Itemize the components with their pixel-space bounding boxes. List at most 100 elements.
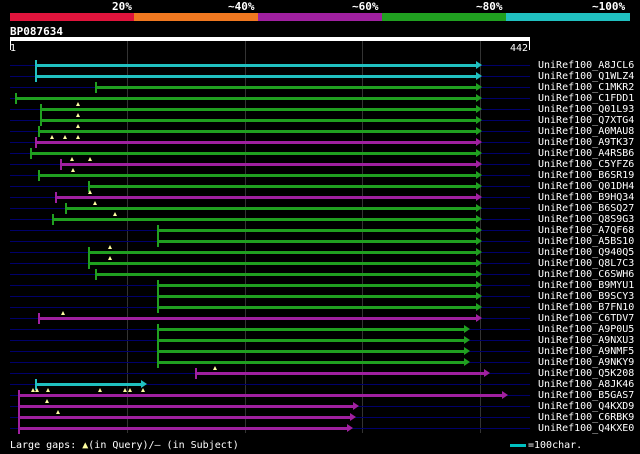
hit-label[interactable]: UniRef100_Q940Q5 xyxy=(538,247,634,258)
hit-label[interactable]: UniRef100_B9MYU1 xyxy=(538,280,634,291)
hit-bar[interactable] xyxy=(35,383,141,386)
hit-label[interactable]: UniRef100_A8JK46 xyxy=(538,379,634,390)
hit-bar[interactable] xyxy=(55,196,476,199)
hit-bar[interactable] xyxy=(18,394,502,397)
hit-end-arrow-icon xyxy=(141,380,147,388)
hit-label[interactable]: UniRef100_A8JCL6 xyxy=(538,60,634,71)
hit-label[interactable]: UniRef100_C1MKR2 xyxy=(538,82,634,93)
hit-end-arrow-icon xyxy=(476,292,482,300)
hit-end-arrow-icon xyxy=(476,270,482,278)
ruler-start: 1 xyxy=(10,43,17,54)
hit-label[interactable]: UniRef100_B6SR19 xyxy=(538,170,634,181)
hit-bar[interactable] xyxy=(157,350,464,353)
hit-start-tick xyxy=(35,60,37,71)
query-gap-icon xyxy=(63,135,67,139)
hit-start-tick xyxy=(40,115,42,126)
hit-bar[interactable] xyxy=(157,339,464,342)
hit-bar[interactable] xyxy=(35,75,476,78)
hit-bar[interactable] xyxy=(18,427,347,430)
hit-bar[interactable] xyxy=(95,86,476,89)
hit-start-tick xyxy=(157,225,159,236)
hit-bar[interactable] xyxy=(88,251,476,254)
hit-bar[interactable] xyxy=(30,152,476,155)
hit-label[interactable]: UniRef100_B9SCY3 xyxy=(538,291,634,302)
hit-label[interactable]: UniRef100_A9NXU3 xyxy=(538,335,634,346)
hit-label[interactable]: UniRef100_A4RSB6 xyxy=(538,148,634,159)
hit-bar[interactable] xyxy=(15,97,476,100)
hit-end-arrow-icon xyxy=(476,314,482,322)
query-gap-icon xyxy=(88,190,92,194)
hit-bar[interactable] xyxy=(157,361,464,364)
hit-bar[interactable] xyxy=(38,130,476,133)
hit-end-arrow-icon xyxy=(476,138,482,146)
hit-label[interactable]: UniRef100_C6SWH6 xyxy=(538,269,634,280)
hit-bar[interactable] xyxy=(88,185,476,188)
hit-start-tick xyxy=(157,346,159,357)
hit-bar[interactable] xyxy=(157,240,476,243)
hit-bar[interactable] xyxy=(195,372,484,375)
hit-bar[interactable] xyxy=(18,416,350,419)
hit-end-arrow-icon xyxy=(476,127,482,135)
gap-legend-subject: – (in Subject) xyxy=(154,440,239,451)
hit-bar[interactable] xyxy=(52,218,476,221)
legend-swatch-4 xyxy=(506,13,630,21)
hit-label[interactable]: UniRef100_C5YFZ6 xyxy=(538,159,634,170)
hit-bar[interactable] xyxy=(38,174,476,177)
hit-label[interactable]: UniRef100_Q8S9G3 xyxy=(538,214,634,225)
query-gap-icon xyxy=(108,256,112,260)
hit-bar[interactable] xyxy=(157,328,464,331)
hit-label[interactable]: UniRef100_Q01L93 xyxy=(538,104,634,115)
query-gap-icon xyxy=(76,113,80,117)
legend-label-80: ~80% xyxy=(476,0,503,13)
hit-start-tick xyxy=(95,82,97,93)
hit-end-arrow-icon xyxy=(476,215,482,223)
query-gap-icon xyxy=(70,157,74,161)
hit-bar[interactable] xyxy=(157,306,476,309)
hit-label[interactable]: UniRef100_C6RBK9 xyxy=(538,412,634,423)
hit-bar[interactable] xyxy=(65,207,476,210)
hit-start-tick xyxy=(35,71,37,82)
hit-label[interactable]: UniRef100_B9HQ34 xyxy=(538,192,634,203)
hit-start-tick xyxy=(52,214,54,225)
hit-end-arrow-icon xyxy=(476,72,482,80)
hit-label[interactable]: UniRef100_B6SQ27 xyxy=(538,203,634,214)
hit-label[interactable]: UniRef100_Q8L7C3 xyxy=(538,258,634,269)
hit-end-arrow-icon xyxy=(476,303,482,311)
hit-label[interactable]: UniRef100_B5GAS7 xyxy=(538,390,634,401)
hit-label[interactable]: UniRef100_Q7XTG4 xyxy=(538,115,634,126)
hit-label[interactable]: UniRef100_C1FDD1 xyxy=(538,93,634,104)
query-gap-icon xyxy=(76,124,80,128)
hit-bar[interactable] xyxy=(95,273,476,276)
hit-label[interactable]: UniRef100_A9TK37 xyxy=(538,137,634,148)
hit-bar[interactable] xyxy=(157,229,476,232)
hit-label[interactable]: UniRef100_Q4KXD9 xyxy=(538,401,634,412)
hit-end-arrow-icon xyxy=(476,61,482,69)
hit-bar[interactable] xyxy=(35,64,476,67)
hit-bar[interactable] xyxy=(157,284,476,287)
hit-label[interactable]: UniRef100_Q4KXE0 xyxy=(538,423,634,434)
hit-label[interactable]: UniRef100_A5BS10 xyxy=(538,236,634,247)
hit-start-tick xyxy=(40,104,42,115)
hit-bar[interactable] xyxy=(60,163,476,166)
query-gap-icon xyxy=(76,135,80,139)
hit-label[interactable]: UniRef100_B7FN10 xyxy=(538,302,634,313)
hit-label[interactable]: UniRef100_Q1WLZ4 xyxy=(538,71,634,82)
hit-label[interactable]: UniRef100_A7QF68 xyxy=(538,225,634,236)
hit-start-tick xyxy=(65,203,67,214)
hit-bar[interactable] xyxy=(35,141,476,144)
hit-label[interactable]: UniRef100_A9P0U5 xyxy=(538,324,634,335)
hit-label[interactable]: UniRef100_A9NMF5 xyxy=(538,346,634,357)
query-gap-icon xyxy=(123,388,127,392)
hit-bar[interactable] xyxy=(40,108,476,111)
hit-label[interactable]: UniRef100_A9NKY9 xyxy=(538,357,634,368)
hit-bar[interactable] xyxy=(157,295,476,298)
hit-label[interactable]: UniRef100_Q5K208 xyxy=(538,368,634,379)
hit-label[interactable]: UniRef100_A0MAU8 xyxy=(538,126,634,137)
hit-bar[interactable] xyxy=(40,119,476,122)
hit-label[interactable]: UniRef100_Q01DH4 xyxy=(538,181,634,192)
hit-label[interactable]: UniRef100_C6TDV7 xyxy=(538,313,634,324)
hit-bar[interactable] xyxy=(38,317,476,320)
hit-bar[interactable] xyxy=(18,405,353,408)
hit-bar[interactable] xyxy=(88,262,476,265)
hit-start-tick xyxy=(55,192,57,203)
